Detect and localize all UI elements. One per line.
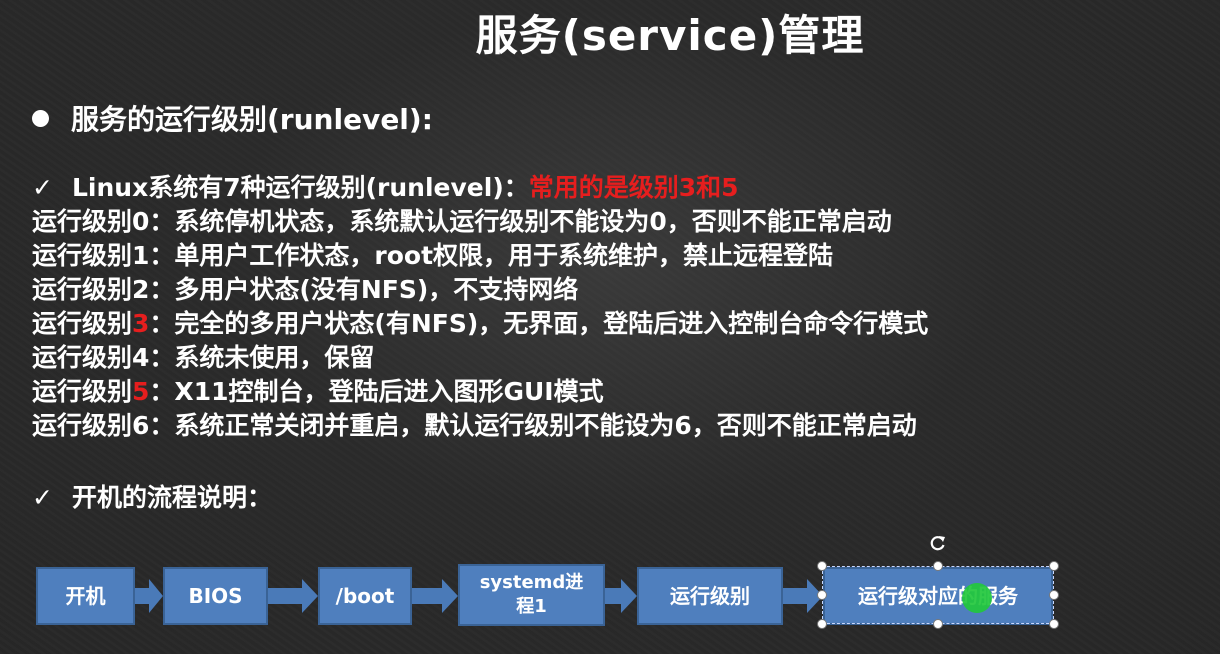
flow-box-runlevel[interactable]: 运行级别 [637, 567, 783, 625]
runlevel-intro-text: Linux系统有7种运行级别(runlevel)： [72, 173, 529, 202]
right-arrow-icon[interactable] [135, 579, 163, 613]
boot-flow-heading: ✓ 开机的流程说明： [32, 480, 272, 516]
flow-box-power-on-label: 开机 [65, 584, 106, 608]
runlevel-intro-highlight: 常用的是级别3和5 [528, 173, 739, 202]
runlevel-5: 运行级别5：X11控制台，登陆后进入图形GUI模式 [32, 375, 1202, 409]
resize-handle-middle-right[interactable] [1049, 590, 1059, 600]
flow-box-runlevel-label: 运行级别 [670, 584, 750, 608]
runlevel-1: 运行级别1：单用户工作状态，root权限，用于系统维护，禁止远程登陆 [32, 241, 834, 270]
bullet-runlevel: 服务的运行级别(runlevel): [32, 98, 433, 138]
rotate-handle-icon[interactable] [928, 533, 948, 553]
runlevel-intro: ✓ Linux系统有7种运行级别(runlevel)：常用的是级别3和5 [32, 171, 1202, 205]
boot-flow-heading-text: 开机的流程说明： [72, 483, 273, 512]
right-arrow-icon[interactable] [605, 579, 637, 613]
check-icon: ✓ [32, 173, 53, 202]
resize-handle-top-center[interactable] [933, 561, 943, 571]
flow-box-power-on[interactable]: 开机 [36, 567, 135, 625]
resize-handle-bottom-right[interactable] [1049, 619, 1059, 629]
flow-box-systemd-line2: 程1 [516, 596, 547, 617]
bullet-text: 服务的运行级别(runlevel): [71, 103, 433, 136]
flow-box-boot[interactable]: /boot [318, 567, 412, 625]
runlevel-3-prefix: 运行级别 [32, 309, 133, 338]
slide: 服务(service)管理 服务的运行级别(runlevel): ✓ Linux系… [0, 0, 1220, 654]
flow-box-bios-label: BIOS [188, 584, 243, 608]
bullet-dot-icon [32, 109, 49, 127]
resize-handle-middle-left[interactable] [817, 590, 827, 600]
runlevel-list: ✓ Linux系统有7种运行级别(runlevel)：常用的是级别3和5 运行级别… [32, 171, 1202, 443]
runlevel-5-number: 5 [132, 377, 150, 406]
flow-box-systemd-label: systemd进 程1 [480, 571, 584, 619]
resize-handle-bottom-left[interactable] [817, 619, 827, 629]
runlevel-3: 运行级别3：完全的多用户状态(有NFS)，无界面，登陆后进入控制台命令行模式 [32, 307, 1202, 341]
right-arrow-icon[interactable] [412, 579, 458, 613]
flow-box-boot-label: /boot [335, 584, 395, 608]
resize-handle-bottom-center[interactable] [933, 619, 943, 629]
flow-box-systemd-line1: systemd进 [479, 572, 584, 593]
runlevel-6: 运行级别6：系统正常关闭并重启，默认运行级别不能设为6，否则不能正常启动 [32, 411, 917, 440]
runlevel-5-text: ：X11控制台，登陆后进入图形GUI模式 [149, 377, 604, 406]
runlevel-2: 运行级别2：多用户状态(没有NFS)，不支持网络 [32, 275, 579, 304]
runlevel-5-prefix: 运行级别 [32, 377, 133, 406]
resize-handle-top-right[interactable] [1049, 561, 1059, 571]
runlevel-4: 运行级别4：系统未使用，保留 [32, 343, 375, 372]
slide-title: 服务(service)管理 [475, 11, 865, 60]
right-arrow-icon[interactable] [268, 579, 318, 613]
runlevel-0: 运行级别0：系统停机状态，系统默认运行级别不能设为0，否则不能正常启动 [32, 207, 892, 236]
selection-frame[interactable] [822, 566, 1054, 624]
runlevel-3-text: ：完全的多用户状态(有NFS)，无界面，登陆后进入控制台命令行模式 [149, 309, 929, 338]
check-icon: ✓ [32, 483, 53, 512]
resize-handle-top-left[interactable] [817, 561, 827, 571]
flow-box-systemd[interactable]: systemd进 程1 [458, 564, 605, 626]
runlevel-3-number: 3 [132, 309, 150, 338]
flow-box-bios[interactable]: BIOS [163, 567, 268, 625]
